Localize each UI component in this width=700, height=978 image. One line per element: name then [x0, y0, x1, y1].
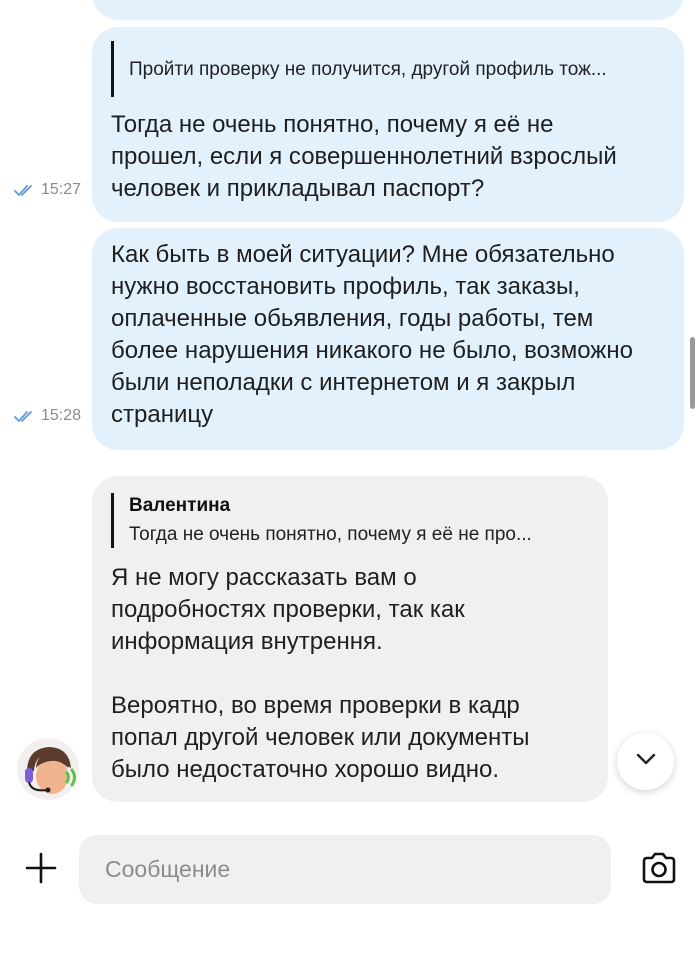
message-input[interactable]: [79, 835, 611, 904]
reply-quote[interactable]: Валентина Тогда не очень понятно, почему…: [111, 493, 591, 548]
message-meta: 15:27: [14, 181, 81, 199]
message-time: 15:27: [41, 181, 82, 198]
message-text: Я не могу рассказать вам о подробностях …: [111, 564, 530, 783]
incoming-message[interactable]: Валентина Тогда не очень понятно, почему…: [92, 476, 608, 802]
double-check-icon: [14, 410, 36, 423]
outgoing-message[interactable]: Как быть в моей ситуации? Мне обязательн…: [92, 228, 684, 450]
scroll-down-button[interactable]: [617, 733, 674, 790]
message-text: Тогда не очень понятно, почему я её не п…: [111, 111, 617, 202]
support-agent-avatar[interactable]: [17, 738, 79, 800]
plus-icon: [24, 851, 58, 890]
message-bubble-previous[interactable]: [92, 0, 684, 20]
outgoing-message[interactable]: Пройти проверку не получится, другой про…: [92, 27, 684, 222]
add-attachment-button[interactable]: [21, 850, 61, 890]
scrollbar[interactable]: [690, 337, 695, 409]
chevron-down-icon: [635, 752, 657, 771]
reply-quote-text: Тогда не очень понятно, почему я её не п…: [129, 524, 532, 545]
message-time: 15:28: [41, 407, 82, 424]
chat-history[interactable]: Пройти проверку не получится, другой про…: [0, 0, 700, 815]
reply-quote-author: Валентина: [129, 495, 231, 516]
message-input-container[interactable]: [79, 835, 611, 904]
message-meta: 15:28: [14, 407, 81, 425]
reply-quote-text: Пройти проверку не получится, другой про…: [129, 59, 607, 80]
message-text: Как быть в моей ситуации? Мне обязательн…: [111, 241, 633, 428]
camera-icon: [640, 851, 678, 890]
double-check-icon: [14, 184, 36, 197]
camera-button[interactable]: [639, 852, 679, 888]
reply-quote[interactable]: Пройти проверку не получится, другой про…: [111, 41, 671, 97]
